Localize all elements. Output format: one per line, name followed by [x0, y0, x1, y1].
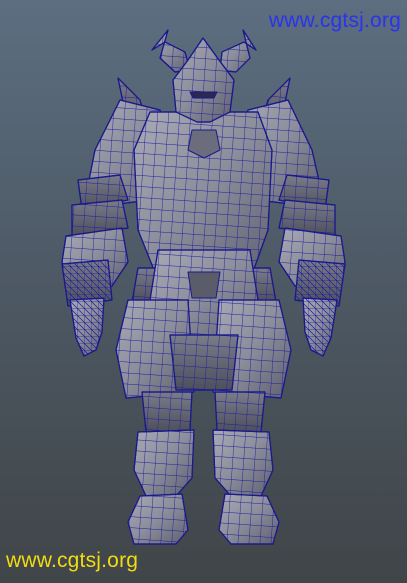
- hand-left-wireframe: [69, 297, 105, 357]
- tasset-center-wireframe: [169, 334, 239, 391]
- greave-left-wireframe: [133, 429, 195, 497]
- thigh-right-wireframe: [214, 391, 266, 433]
- visor-slit: [189, 91, 218, 99]
- greave-right-wireframe: [212, 429, 274, 497]
- hand-right-wireframe: [302, 297, 338, 357]
- armored-warrior-model[interactable]: [0, 0, 407, 583]
- belt-buckle: [187, 271, 221, 299]
- 3d-viewport[interactable]: www.cgtsj.org www.cgtsj.org: [0, 0, 407, 583]
- thigh-left-wireframe: [141, 391, 193, 433]
- boot-left-wireframe: [127, 493, 189, 545]
- horn-right-wireframe: [219, 29, 257, 73]
- boot-right-wireframe: [218, 493, 280, 545]
- watermark-top: www.cgtsj.org: [268, 9, 401, 32]
- watermark-bottom: www.cgtsj.org: [6, 549, 139, 572]
